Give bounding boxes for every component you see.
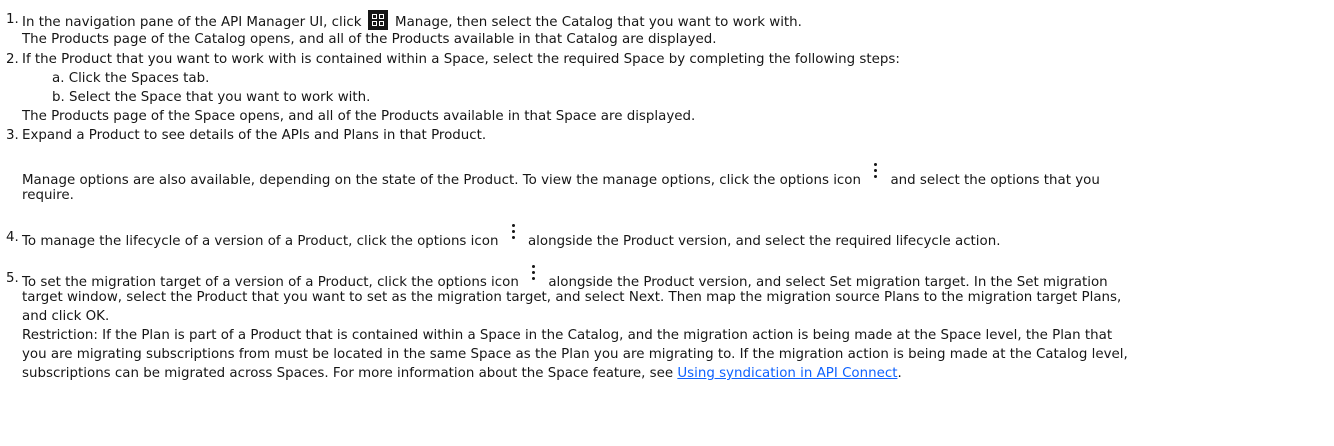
manage-grid-icon[interactable]	[367, 10, 388, 30]
step-5-line-1: 5. To set the migration target of a vers…	[0, 265, 1334, 290]
step-3-number: 3.	[6, 128, 19, 143]
step-3-line: 3. Expand a Product to see details of th…	[0, 127, 1334, 145]
step-5-pre: To set the migration target of a version…	[22, 275, 524, 290]
step-5-text: To set the migration target of a version…	[22, 265, 1108, 290]
step-5-number: 5.	[6, 271, 19, 286]
options-kebab-icon[interactable]	[506, 222, 522, 244]
step-5-line-3: and click OK.	[22, 309, 110, 324]
step-1-post: Manage, then select the Catalog that you…	[390, 15, 802, 30]
step-3-text: Expand a Product to see details of the A…	[22, 128, 487, 143]
restriction-line-3: subscriptions can be migrated across Spa…	[22, 365, 902, 383]
restriction-line-1: Restriction: If the Plan is part of a Pr…	[22, 328, 1113, 343]
step-1-line-1: 1. In the navigation pane of the API Man…	[0, 10, 1334, 30]
step-3-note-line-1: Manage options are also available, depen…	[22, 163, 1100, 188]
step-4-pre: To manage the lifecycle of a version of …	[22, 234, 503, 249]
step-1-number: 1.	[6, 12, 19, 27]
options-kebab-icon[interactable]	[868, 161, 884, 183]
step-2-number: 2.	[6, 52, 19, 67]
step-3-note-line-2: require.	[22, 188, 74, 203]
syndication-doc-link[interactable]: Using syndication in API Connect	[677, 366, 897, 381]
step-2-line: 2. If the Product that you want to work …	[0, 51, 1334, 69]
step-4-post: alongside the Product version, and selec…	[523, 234, 1001, 249]
step-4-line: 4. To manage the lifecycle of a version …	[0, 224, 1334, 249]
step-1-result: The Products page of the Catalog opens, …	[22, 32, 717, 47]
step-2-substep-a: a. Click the Spaces tab.	[52, 71, 210, 86]
restriction-line-3-pre: subscriptions can be migrated across Spa…	[22, 366, 678, 381]
step-2-substep-b: b. Select the Space that you want to wor…	[52, 90, 371, 105]
options-kebab-icon[interactable]	[526, 263, 542, 285]
step-5-post: alongside the Product version, and selec…	[544, 275, 1108, 290]
restriction-line-2: you are migrating subscriptions from mus…	[22, 347, 1128, 362]
step-4-text: To manage the lifecycle of a version of …	[22, 224, 1001, 249]
step-1-pre: In the navigation pane of the API Manage…	[22, 15, 366, 30]
restriction-line-3-post: .	[897, 366, 902, 381]
step-1-text: In the navigation pane of the API Manage…	[22, 10, 802, 30]
step-2-result: The Products page of the Space opens, an…	[22, 109, 696, 124]
step-3-note-post: and select the options that you	[886, 173, 1100, 188]
step-3-note-pre: Manage options are also available, depen…	[22, 173, 866, 188]
step-5-line-2: target window, select the Product that y…	[22, 290, 1122, 305]
step-2-text: If the Product that you want to work wit…	[22, 52, 900, 67]
step-4-number: 4.	[6, 230, 19, 245]
procedure-document: 1. In the navigation pane of the API Man…	[0, 0, 1334, 446]
